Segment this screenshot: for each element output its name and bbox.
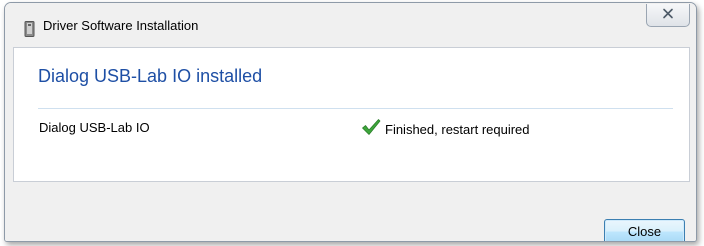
separator-line bbox=[38, 108, 673, 109]
device-name: Dialog USB-Lab IO bbox=[39, 120, 150, 135]
window-close-button[interactable] bbox=[646, 4, 690, 27]
title-bar[interactable]: Driver Software Installation bbox=[5, 3, 696, 45]
dialog-footer: Close bbox=[5, 183, 696, 241]
dialog-window: Driver Software Installation Dialog USB-… bbox=[4, 2, 697, 242]
status-text: Finished, restart required bbox=[385, 122, 530, 137]
close-icon bbox=[662, 6, 674, 24]
install-headline: Dialog USB-Lab IO installed bbox=[38, 66, 263, 86]
content-panel: Dialog USB-Lab IO installed Dialog USB-L… bbox=[13, 47, 690, 182]
green-checkmark-icon bbox=[361, 118, 381, 141]
device-app-icon bbox=[23, 21, 36, 37]
install-status: Finished, restart required bbox=[361, 118, 530, 141]
close-button[interactable]: Close bbox=[604, 219, 685, 241]
window-title: Driver Software Installation bbox=[43, 18, 199, 33]
